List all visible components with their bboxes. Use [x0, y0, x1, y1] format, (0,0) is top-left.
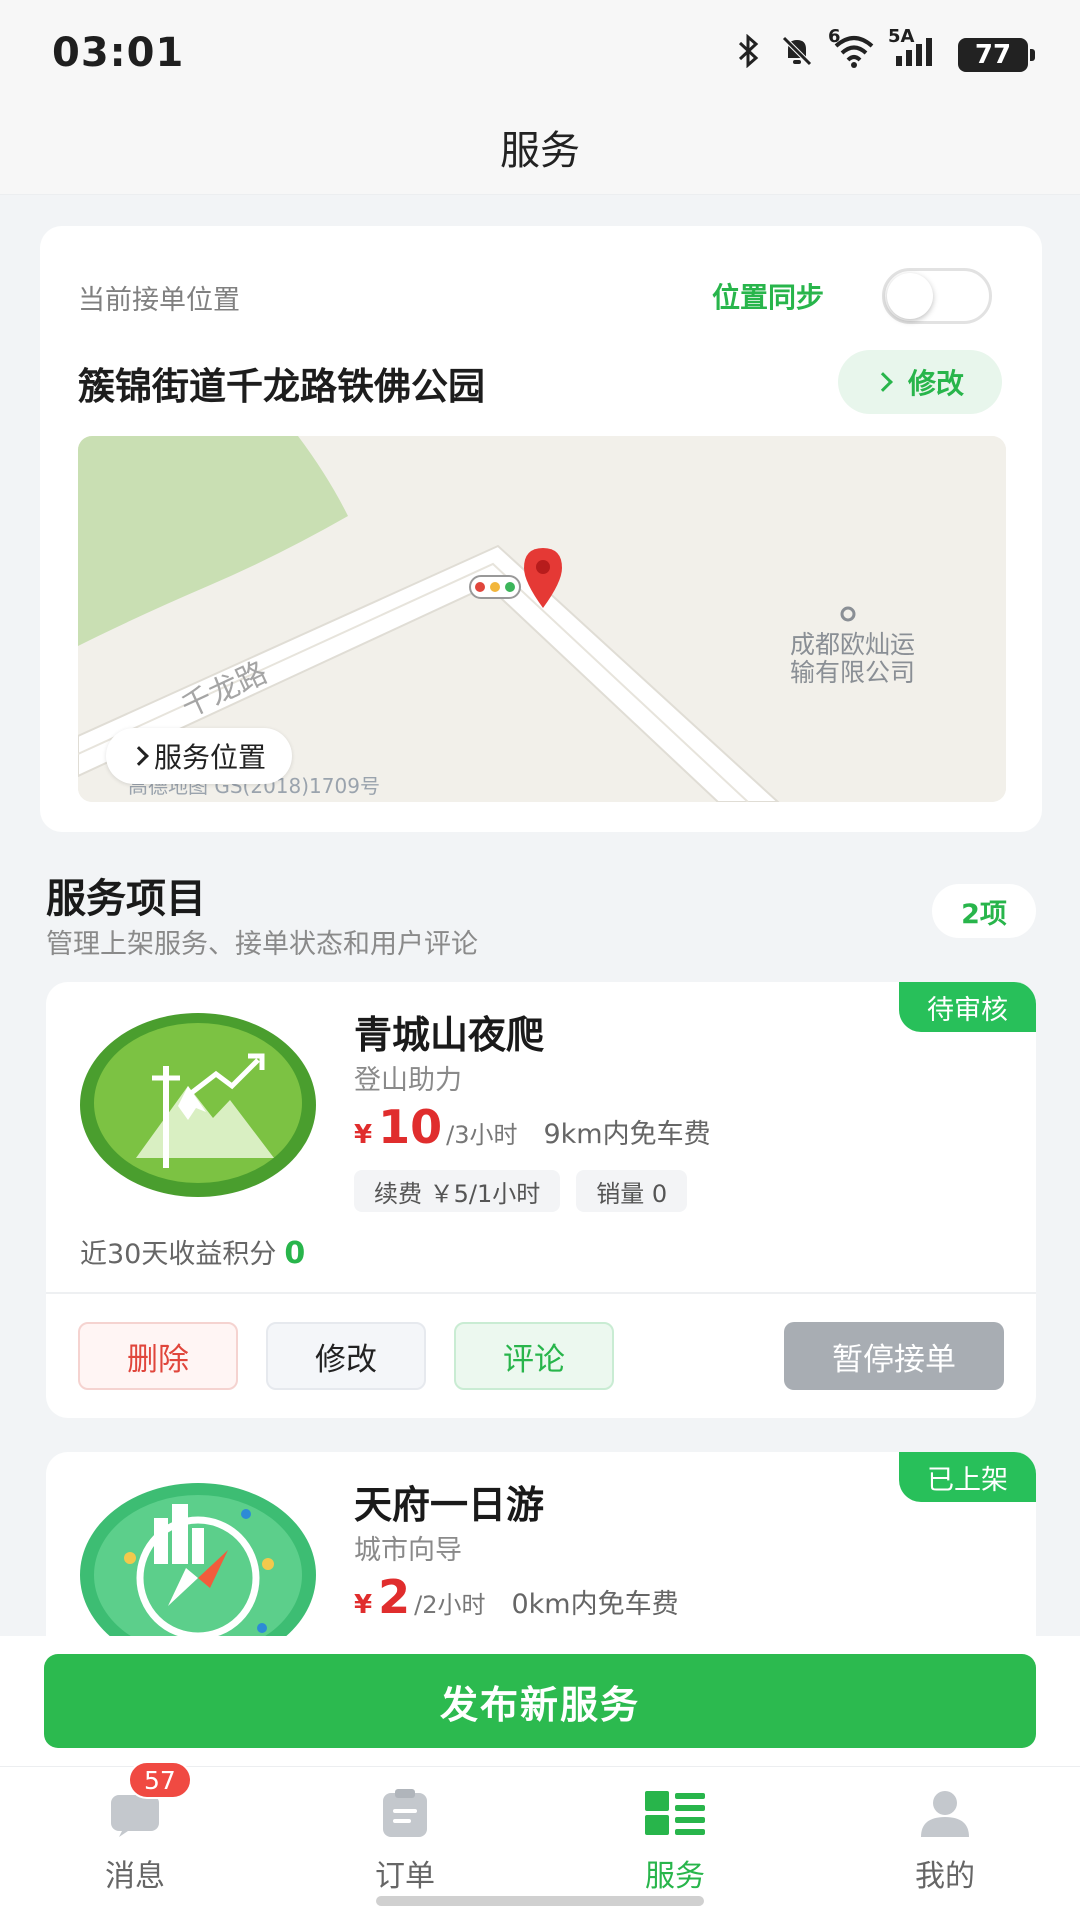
edit-location-button[interactable]: 修改 [838, 350, 1002, 414]
location-sync-toggle[interactable] [882, 268, 992, 324]
delete-button[interactable]: 删除 [78, 1322, 238, 1390]
status-time: 03:01 [52, 30, 185, 76]
page-title: 服务 [500, 128, 580, 174]
profile-icon [915, 1789, 975, 1837]
section-subtitle: 管理上架服务、接单状态和用户评论 [46, 929, 478, 960]
free-distance: 0km内免车费 [511, 1589, 679, 1620]
service-price-row: ¥ 2 /2小时 0km内免车费 [354, 1570, 679, 1624]
tab-label: 我的 [915, 1859, 975, 1894]
service-card[interactable]: 已上架 天府一日游 城市向导 ¥ 2 /2小时 0km内免车费 [46, 1452, 1036, 1652]
service-category: 登山助力 [354, 1065, 462, 1096]
map-poi-line: 输有限公司 [790, 658, 916, 687]
sales-tag: 销量 0 [576, 1170, 688, 1212]
map-poi-label: 成都欧灿运 输有限公司 [790, 631, 915, 687]
map-poi-line: 成都欧灿运 [790, 630, 916, 659]
publish-service-button[interactable]: 发布新服务 [44, 1654, 1036, 1748]
tab-profile[interactable]: 我的 [810, 1767, 1080, 1897]
service-name: 天府一日游 [354, 1483, 545, 1527]
publish-bar: 发布新服务 [0, 1636, 1080, 1766]
price-currency: ¥ [354, 1120, 373, 1150]
tab-services[interactable]: 服务 [540, 1767, 810, 1897]
service-tags: 续费 ￥5/1小时 销量 0 [354, 1170, 688, 1212]
wifi-label: 6 [828, 26, 841, 47]
cell-signal-icon: 5A [888, 26, 940, 76]
service-location-label: 服务位置 [154, 741, 267, 774]
chevron-right-icon [129, 746, 149, 766]
cell-label: 5A [888, 26, 915, 47]
compass-city-icon [78, 1478, 318, 1652]
price-unit: /3小时 [446, 1121, 518, 1149]
renewal-tag: 续费 ￥5/1小时 [354, 1170, 561, 1212]
status-bar: 03:01 6 5A 77 [0, 0, 1080, 100]
order-icon [375, 1789, 435, 1837]
service-count-badge: 2项 [932, 884, 1036, 938]
page-header: 服务 [0, 100, 1080, 195]
service-status-badge: 已上架 [899, 1452, 1036, 1502]
chevron-right-icon [873, 372, 893, 392]
unread-count-badge: 57 [128, 1761, 192, 1799]
tab-label: 订单 [375, 1859, 435, 1894]
earnings-label: 近30天收益积分 [80, 1239, 277, 1270]
service-price-row: ¥ 10 /3小时 9km内免车费 [354, 1100, 711, 1154]
edit-location-label: 修改 [907, 367, 964, 400]
location-map[interactable]: 千龙路 成都欧灿运 输有限公司 高德地图 GS(2018)1709号 服务位置 [78, 436, 1006, 802]
earnings-row: 近30天收益积分 0 [80, 1232, 305, 1271]
section-title: 服务项目 [46, 876, 206, 922]
price-currency: ¥ [354, 1590, 373, 1620]
location-sync-label: 位置同步 [711, 281, 824, 314]
tab-label: 消息 [105, 1859, 165, 1894]
location-card: 当前接单位置 位置同步 簇锦街道千龙路铁佛公园 修改 千龙路 成都欧灿运 输有限… [40, 226, 1042, 832]
location-address: 簇锦街道千龙路铁佛公园 [78, 365, 485, 408]
mountain-icon [78, 1008, 318, 1198]
reviews-button[interactable]: 评论 [454, 1322, 614, 1390]
service-location-button[interactable]: 服务位置 [106, 728, 293, 784]
service-name: 青城山夜爬 [354, 1013, 545, 1057]
toggle-knob [887, 273, 933, 319]
bluetooth-icon [736, 33, 762, 76]
location-label: 当前接单位置 [78, 285, 240, 316]
service-card[interactable]: 待审核 青城山夜爬 登山助力 ¥ 10 /3小时 9km内免车费 续费 ￥5/1… [46, 982, 1036, 1418]
service-status-badge: 待审核 [899, 982, 1036, 1032]
tab-orders[interactable]: 订单 [270, 1767, 540, 1897]
price-unit: /2小时 [414, 1591, 486, 1619]
mute-bell-icon [780, 34, 814, 76]
service-grid-icon [645, 1789, 705, 1837]
wifi-icon: 6 [828, 26, 876, 76]
tab-messages[interactable]: 57 消息 [0, 1761, 270, 1897]
pause-orders-button[interactable]: 暂停接单 [784, 1322, 1004, 1390]
battery-indicator: 77 [958, 38, 1035, 72]
status-icons: 6 5A 77 [736, 26, 1035, 76]
price-value: 10 [378, 1100, 443, 1154]
home-indicator[interactable] [376, 1896, 704, 1906]
edit-service-button[interactable]: 修改 [266, 1322, 426, 1390]
tab-label: 服务 [645, 1859, 705, 1894]
card-divider [46, 1292, 1036, 1294]
price-value: 2 [378, 1570, 411, 1624]
earnings-value: 0 [284, 1236, 306, 1271]
service-category: 城市向导 [354, 1535, 462, 1566]
free-distance: 9km内免车费 [543, 1119, 711, 1150]
